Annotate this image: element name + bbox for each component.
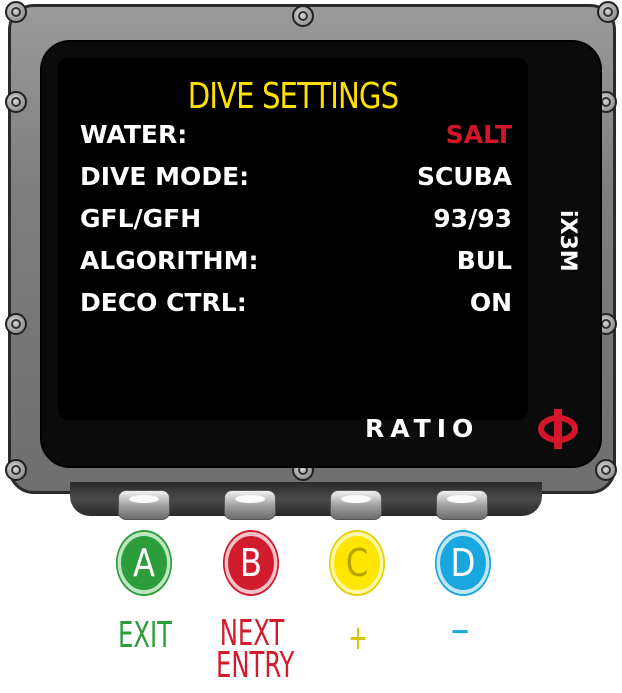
screw-icon [595, 459, 617, 481]
screen-title: DIVE SETTINGS [187, 76, 399, 117]
setting-row-deco-control: DECO CTRL: ON [80, 288, 512, 322]
hardware-button-b[interactable] [224, 490, 276, 520]
setting-label: GFL/GFH [80, 204, 202, 233]
hardware-button-a[interactable] [118, 490, 170, 520]
hardware-button-c[interactable] [330, 490, 382, 520]
setting-label: WATER: [80, 120, 188, 149]
button-d-badge[interactable]: D [436, 532, 490, 594]
button-letter: C [345, 541, 369, 585]
setting-row-dive-mode: DIVE MODE: SCUBA [80, 162, 512, 196]
setting-row-algorithm: ALGORITHM: BUL [80, 246, 512, 280]
button-letter: B [239, 541, 263, 585]
setting-row-gradient-factors: GFL/GFH 93/93 [80, 204, 512, 238]
setting-label: DIVE MODE: [80, 162, 250, 191]
button-c-caption: + [348, 618, 368, 658]
brand-label: RATIO [365, 414, 480, 443]
button-a-caption: EXIT [118, 615, 172, 656]
setting-value: SCUBA [416, 162, 512, 191]
display-screen: DIVE SETTINGS WATER: SALT DIVE MODE: SCU… [58, 58, 528, 420]
phi-logo-icon [538, 409, 578, 449]
screw-icon [5, 459, 27, 481]
button-b-caption: NEXT ENTRY [216, 616, 295, 686]
screw-icon [597, 1, 619, 23]
hardware-button-d[interactable] [436, 490, 488, 520]
setting-value-selected: SALT [445, 120, 512, 149]
model-label: iX3M [555, 210, 580, 272]
button-b-caption-line2: ENTRY [216, 645, 295, 686]
button-d-caption: − [449, 611, 471, 652]
button-c-badge[interactable]: C [330, 532, 384, 594]
button-a-badge[interactable]: A [117, 532, 171, 594]
screw-icon [5, 1, 27, 23]
setting-label: DECO CTRL: [80, 288, 247, 317]
setting-value: BUL [456, 246, 512, 275]
button-b-badge[interactable]: B [224, 532, 278, 594]
screw-icon [5, 313, 27, 335]
button-letter: A [132, 541, 156, 585]
setting-value: ON [469, 288, 512, 317]
setting-label: ALGORITHM: [80, 246, 259, 275]
button-letter: D [450, 541, 476, 585]
setting-value: 93/93 [433, 204, 512, 233]
screw-icon [5, 91, 27, 113]
screw-icon [292, 5, 314, 27]
setting-row-water: WATER: SALT [80, 120, 512, 154]
